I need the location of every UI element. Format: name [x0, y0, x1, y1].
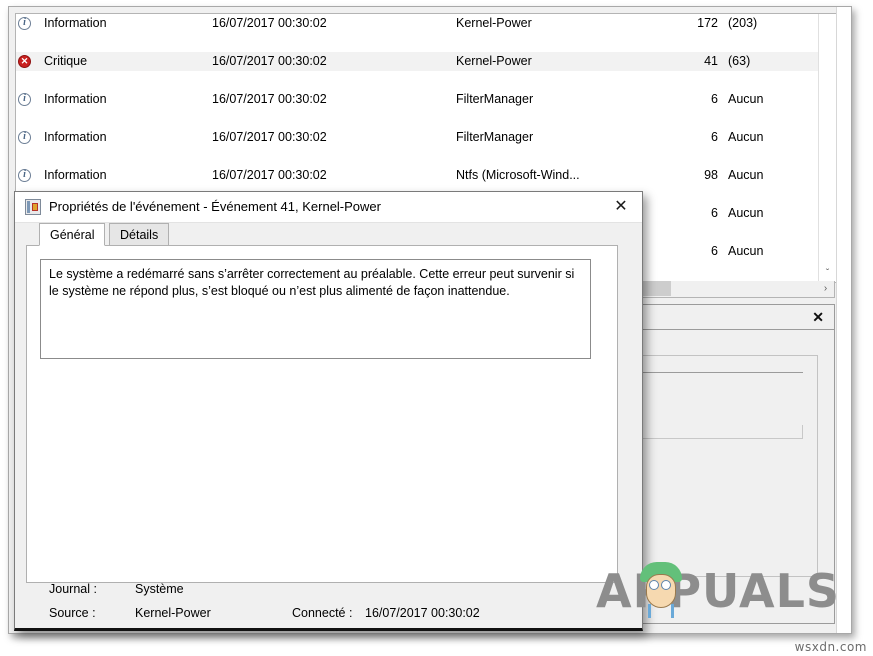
scroll-right-icon[interactable]: ›	[817, 281, 834, 296]
cell-category: Aucun	[728, 90, 828, 109]
field-label-event: Événement :	[49, 630, 119, 631]
field-value-category: (63)	[365, 630, 387, 631]
cell-source: Ntfs (Microsoft-Wind...	[456, 166, 671, 185]
field-label-journal: Journal :	[49, 582, 97, 596]
cell-level: Information	[22, 14, 212, 33]
event-properties-dialog: Propriétés de l'événement - Événement 41…	[14, 191, 643, 631]
table-row[interactable]: Information 16/07/2017 00:30:02 Kernel-P…	[16, 14, 836, 33]
table-row[interactable]: Information 16/07/2017 00:30:02 FilterMa…	[16, 128, 836, 147]
cell-source: Kernel-Power	[456, 52, 671, 71]
cell-category: Aucun	[728, 242, 828, 261]
cell-event-id: 41	[656, 52, 718, 71]
cell-event-id: 98	[656, 166, 718, 185]
site-watermark: wsxdn.com	[795, 640, 867, 654]
cell-event-id: 6	[656, 204, 718, 223]
cell-level: Critique	[22, 52, 212, 71]
cell-date: 16/07/2017 00:30:02	[212, 128, 442, 147]
field-label-logged: Connecté :	[292, 606, 352, 620]
dialog-titlebar[interactable]: Propriétés de l'événement - Événement 41…	[15, 192, 642, 223]
cell-category: Aucun	[728, 128, 828, 147]
close-icon[interactable]: ✕	[600, 192, 642, 222]
field-label-source: Source :	[49, 606, 96, 620]
cell-event-id: 172	[656, 14, 718, 33]
cell-source: FilterManager	[456, 128, 671, 147]
field-value-journal: Système	[135, 582, 184, 596]
tab-details[interactable]: Détails	[109, 223, 169, 246]
cell-event-id: 6	[656, 242, 718, 261]
tabstrip: Général Détails	[26, 223, 631, 246]
tab-general-label: Général	[50, 228, 94, 242]
cell-source: FilterManager	[456, 90, 671, 109]
field-value-event: 41	[135, 630, 149, 631]
cell-event-id: 6	[656, 90, 718, 109]
tab-details-label: Détails	[120, 228, 158, 242]
cell-category: Aucun	[728, 166, 828, 185]
cell-level: Information	[22, 166, 212, 185]
field-label-category: Catégorie :	[292, 630, 353, 631]
cell-date: 16/07/2017 00:30:02	[212, 166, 442, 185]
field-value-source: Kernel-Power	[135, 606, 211, 620]
cell-event-id: 6	[656, 128, 718, 147]
cell-category: (203)	[728, 14, 828, 33]
table-row-selected[interactable]: Critique 16/07/2017 00:30:02 Kernel-Powe…	[16, 52, 836, 71]
table-row[interactable]: Information 16/07/2017 00:30:02 Ntfs (Mi…	[16, 166, 836, 185]
cell-category: Aucun	[728, 204, 828, 223]
page-frame: Information 16/07/2017 00:30:02 Kernel-P…	[0, 0, 873, 656]
event-description-box[interactable]: Le système a redémarré sans s’arrêter co…	[40, 259, 591, 359]
cell-source: Kernel-Power	[456, 14, 671, 33]
cell-level: Information	[22, 90, 212, 109]
table-row[interactable]: Information 16/07/2017 00:30:02 FilterMa…	[16, 90, 836, 109]
field-value-logged: 16/07/2017 00:30:02	[365, 606, 480, 620]
cell-level: Information	[22, 128, 212, 147]
cell-category: (63)	[728, 52, 828, 71]
close-icon[interactable]: ✕	[812, 308, 824, 326]
tab-general[interactable]: Général	[39, 223, 105, 246]
cell-date: 16/07/2017 00:30:02	[212, 52, 442, 71]
event-properties-icon	[25, 199, 41, 215]
cell-date: 16/07/2017 00:30:02	[212, 14, 442, 33]
window-vertical-scrollbar[interactable]	[836, 7, 851, 633]
cell-date: 16/07/2017 00:30:02	[212, 90, 442, 109]
list-vertical-scrollbar[interactable]: ˇ	[818, 14, 836, 282]
scroll-down-icon[interactable]: ˇ	[819, 265, 836, 282]
dialog-title: Propriétés de l'événement - Événement 41…	[49, 192, 381, 222]
